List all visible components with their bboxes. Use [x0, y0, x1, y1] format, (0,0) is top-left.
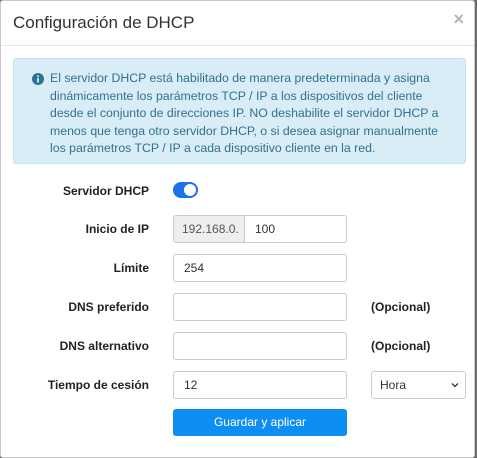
info-circle-icon — [32, 73, 44, 85]
limit-label: Límite — [113, 261, 149, 275]
dialog-title: Configuración de DHCP — [13, 13, 195, 32]
chevron-down-icon — [451, 383, 459, 388]
dhcp-server-toggle[interactable] — [173, 182, 198, 198]
dhcp-settings-dialog: Configuración de DHCP × El servidor DHCP… — [0, 0, 475, 458]
dns-preferred-input[interactable] — [173, 293, 347, 321]
toggle-knob — [184, 184, 196, 196]
ip-start-input[interactable]: 100 — [244, 215, 347, 243]
dialog-header: Configuración de DHCP × — [1, 1, 474, 46]
save-and-apply-button[interactable]: Guardar y aplicar — [173, 409, 347, 436]
lease-time-input[interactable]: 12 — [173, 371, 347, 399]
lease-time-unit-select[interactable]: Hora — [371, 371, 466, 399]
limit-input[interactable]: 254 — [173, 254, 347, 282]
info-alert: El servidor DHCP está habilitado de mane… — [13, 58, 466, 164]
ip-prefix-addon: 192.168.0. — [173, 215, 245, 243]
close-icon[interactable]: × — [453, 10, 464, 28]
lease-time-unit-value: Hora — [380, 378, 407, 392]
dhcp-server-label: Servidor DHCP — [62, 184, 149, 198]
ip-start-label: Inicio de IP — [85, 222, 149, 236]
dns-preferred-optional-hint: (Opcional) — [371, 300, 431, 314]
dns-preferred-label: DNS preferido — [68, 300, 149, 314]
dns-alternate-label: DNS alternativo — [59, 339, 149, 353]
lease-time-label: Tiempo de cesión — [47, 378, 149, 392]
dns-alternate-input[interactable] — [173, 332, 347, 360]
dns-alternate-optional-hint: (Opcional) — [371, 339, 431, 353]
alert-text: El servidor DHCP está habilitado de mane… — [50, 71, 439, 155]
